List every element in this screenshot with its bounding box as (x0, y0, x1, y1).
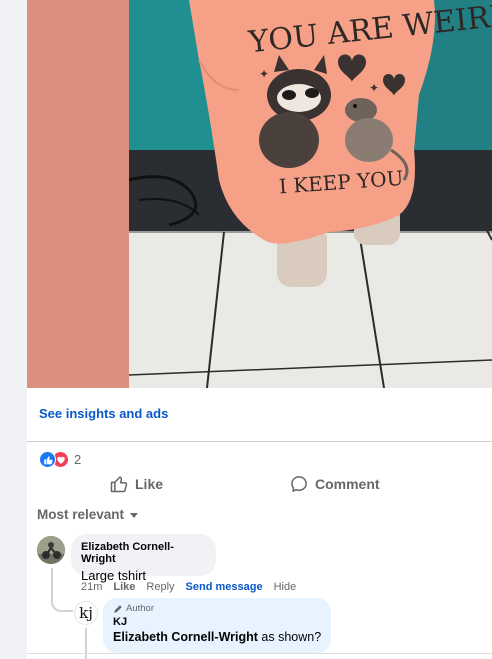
tshirt-photo[interactable]: ✦ ✦ YOU ARE WEIRD I KEEP YOU (129, 0, 492, 388)
comment-meta: 21m Like Reply Send message Hide (81, 581, 307, 593)
post-actions: Like Comment (27, 474, 492, 498)
comment-sort-dropdown[interactable]: Most relevant (37, 507, 139, 522)
like-label: Like (135, 476, 164, 492)
svg-text:✦: ✦ (259, 67, 269, 81)
bottom-divider (27, 653, 492, 654)
comment-reply-button[interactable]: Reply (146, 581, 174, 593)
comment-like-button[interactable]: Like (113, 581, 135, 593)
post-card: ✦ ✦ YOU ARE WEIRD I KEEP YOU See insight… (27, 0, 492, 659)
comment-bubble: Elizabeth Cornell-Wright Large tshirt (71, 534, 216, 583)
thread-connector-2 (85, 628, 87, 659)
like-icon (39, 451, 56, 468)
reactions-summary[interactable]: 2 (39, 451, 81, 468)
caret-down-icon (130, 513, 139, 518)
reply-body: as shown? (257, 630, 322, 644)
reply-text: Elizabeth Cornell-Wright as shown? (113, 630, 321, 644)
post-media[interactable]: ✦ ✦ YOU ARE WEIRD I KEEP YOU (27, 0, 492, 388)
reply-author[interactable]: KJ (113, 616, 321, 628)
reply-bubble: Author KJ Elizabeth Cornell-Wright as sh… (103, 598, 331, 653)
thumbs-up-icon (110, 476, 128, 493)
page: ✦ ✦ YOU ARE WEIRD I KEEP YOU See insight… (0, 0, 492, 659)
avatar[interactable] (37, 536, 65, 564)
comment-label: Comment (315, 476, 380, 492)
comment-time[interactable]: 21m (81, 581, 102, 593)
thread-connector (51, 568, 73, 612)
author-badge-label: Author (126, 603, 154, 614)
left-gutter (0, 0, 27, 659)
comment-author[interactable]: Elizabeth Cornell-Wright (81, 541, 206, 565)
comment-bubble-icon (291, 476, 307, 492)
author-badge: Author (113, 603, 321, 614)
comment-button[interactable]: Comment (289, 474, 380, 494)
sort-label: Most relevant (37, 507, 125, 522)
reaction-count: 2 (74, 452, 82, 467)
svg-text:✦: ✦ (369, 81, 379, 95)
divider (27, 441, 492, 442)
hide-button[interactable]: Hide (274, 581, 297, 593)
pencil-icon (114, 604, 122, 613)
author-avatar[interactable]: kj (74, 601, 98, 625)
media-side-strip (27, 0, 129, 388)
send-message-button[interactable]: Send message (186, 581, 263, 593)
like-button[interactable]: Like (109, 474, 163, 494)
see-insights-link[interactable]: See insights and ads (39, 406, 168, 421)
reply-mention[interactable]: Elizabeth Cornell-Wright (113, 630, 258, 644)
